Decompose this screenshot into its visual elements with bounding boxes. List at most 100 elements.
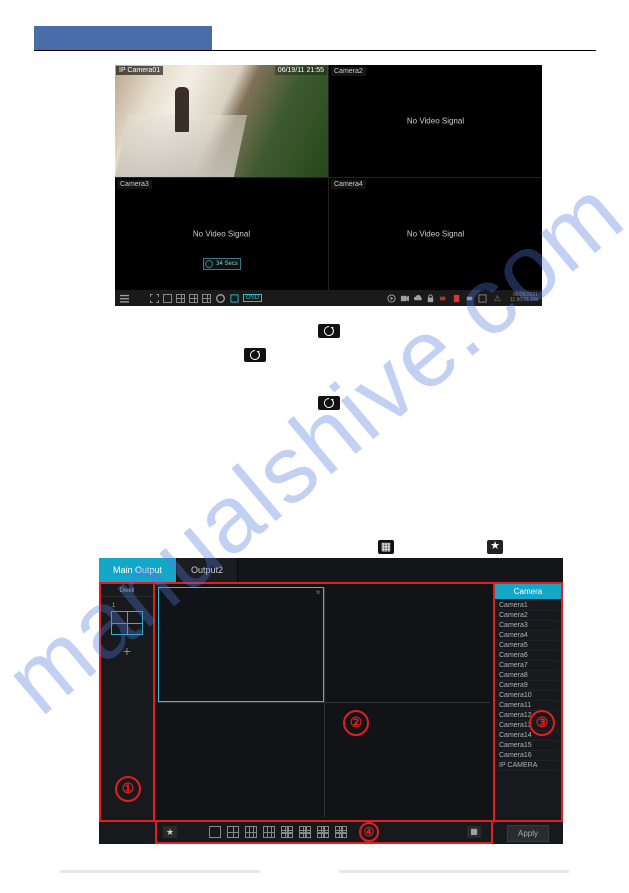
osd-dwell-label: 34 Secs xyxy=(216,261,238,267)
warning-icon[interactable]: ⚠ xyxy=(491,293,504,304)
live-view-screenshot: IP Camera01 06/19/11 21:55 Camera2 No Vi… xyxy=(115,65,542,306)
mode-6-icon[interactable] xyxy=(245,826,257,838)
camera1-timestamp: 06/19/11 21:55 xyxy=(275,66,327,75)
camera-list-item[interactable]: Camera15 xyxy=(497,741,559,751)
mode-25-icon[interactable] xyxy=(335,826,347,838)
scheme-thumbnail-1[interactable]: 1 xyxy=(111,611,143,635)
toolbar-datetime: 06/06/2021 11:50:01 PM xyxy=(510,293,538,304)
toolbar-status-group xyxy=(386,293,487,303)
dwell-toggle-icon[interactable] xyxy=(215,293,225,303)
lock-icon[interactable] xyxy=(425,293,435,303)
calendar-icon-inline: ▦ xyxy=(378,540,394,554)
osd-toggle-button[interactable]: OSD xyxy=(243,294,262,302)
active-mode-icon[interactable] xyxy=(229,293,239,303)
camera-list-item[interactable]: Camera2 xyxy=(497,611,559,621)
mode-1-icon[interactable] xyxy=(209,826,221,838)
footer-rule-right xyxy=(339,870,569,873)
camera1-overlay-label: IP Camera01 xyxy=(116,66,163,75)
dwell-icon-inline-2 xyxy=(244,348,266,362)
menu-icon[interactable] xyxy=(119,293,129,303)
camera3-label: Camera3 xyxy=(117,180,152,189)
camera4-label: Camera4 xyxy=(331,180,366,189)
camera-list-item[interactable]: Camera8 xyxy=(497,671,559,681)
mode-9-icon[interactable] xyxy=(281,826,293,838)
camera-list-item[interactable]: Camera11 xyxy=(497,701,559,711)
scheme-bottom-row: ★ ④ ▦ Apply xyxy=(99,822,563,844)
camera-list-item[interactable]: Camera10 xyxy=(497,691,559,701)
camera-cell-4[interactable]: Camera4 No Video Signal xyxy=(329,178,542,290)
mode-16-icon[interactable] xyxy=(317,826,329,838)
playback-icon[interactable] xyxy=(386,293,396,303)
scheme-layout-grid: × xyxy=(158,587,490,817)
favorite-button[interactable]: ★ xyxy=(163,826,177,838)
fullscreen-icon[interactable] xyxy=(149,293,159,303)
single-view-icon[interactable] xyxy=(163,294,172,303)
camera2-no-signal: No Video Signal xyxy=(407,117,464,126)
scheme-center-panel: × ② xyxy=(155,582,493,822)
header-divider xyxy=(34,50,596,51)
camera-list-item[interactable]: Camera3 xyxy=(497,621,559,631)
apply-button[interactable]: Apply xyxy=(507,825,549,842)
cloud-icon[interactable] xyxy=(412,293,422,303)
scheme-number-1: 1 xyxy=(112,603,115,609)
header-colored-band xyxy=(34,26,212,50)
dwell-ring-icon xyxy=(205,260,213,268)
dwell-icon-inline-1 xyxy=(318,324,340,338)
layout-cell-1[interactable]: × xyxy=(158,587,324,702)
osd-dwell-button[interactable]: 34 Secs xyxy=(203,258,241,270)
annotation-4: ④ xyxy=(359,822,379,842)
cell-close-icon[interactable]: × xyxy=(316,588,321,597)
live-view-toolbar: OSD ⚠ 06/06/2021 11:50:01 PM xyxy=(115,290,542,306)
camera-list-item[interactable]: Camera5 xyxy=(497,641,559,651)
quad-view-icon[interactable] xyxy=(176,294,185,303)
info-icon[interactable] xyxy=(477,293,487,303)
mode-13-icon[interactable] xyxy=(299,826,311,838)
camera-cell-3[interactable]: Camera3 No Video Signal 34 Secs xyxy=(115,178,328,290)
add-scheme-button[interactable]: + xyxy=(111,639,143,663)
camera-list-item[interactable]: Camera16 xyxy=(497,751,559,761)
scheme-left-panel: Dwell 1 + ① xyxy=(99,582,155,822)
layout-cell-2[interactable] xyxy=(325,587,491,702)
camera-list-item[interactable]: Camera6 xyxy=(497,651,559,661)
mode-4-icon[interactable] xyxy=(227,826,239,838)
all-cameras-button[interactable]: ▦ xyxy=(467,826,481,838)
camera-list[interactable]: Camera1 Camera2 Camera3 Camera4 Camera5 … xyxy=(495,599,561,820)
footer-rule-left xyxy=(60,870,260,873)
camera-list-item[interactable]: Camera1 xyxy=(497,601,559,611)
camera3-no-signal: No Video Signal xyxy=(193,230,250,239)
camera-list-item[interactable]: IP CAMERA xyxy=(497,761,559,771)
disk-status-icon[interactable] xyxy=(451,293,461,303)
camera-list-item[interactable]: Camera4 xyxy=(497,631,559,641)
camera2-label: Camera2 xyxy=(331,67,366,76)
multi-view-icon-2[interactable] xyxy=(202,294,211,303)
layout-cell-3[interactable] xyxy=(158,703,324,818)
multi-view-icon[interactable] xyxy=(189,294,198,303)
scheme-settings-screenshot: Main Output Output2 Dwell 1 + ① × ② C xyxy=(99,558,563,844)
quad-camera-grid: IP Camera01 06/19/11 21:55 Camera2 No Vi… xyxy=(115,65,542,290)
net-status-icon[interactable] xyxy=(464,293,474,303)
tab-main-output[interactable]: Main Output xyxy=(99,558,177,582)
mode-8-icon[interactable] xyxy=(263,826,275,838)
camera-list-item[interactable]: Camera9 xyxy=(497,681,559,691)
tab-output2[interactable]: Output2 xyxy=(177,558,238,582)
camera1-person-figure xyxy=(175,87,189,132)
annotation-2: ② xyxy=(343,710,369,736)
body-paragraphs: ▦ ★ xyxy=(135,316,515,560)
camera-list-item[interactable]: Camera7 xyxy=(497,661,559,671)
dwell-panel-label: Dwell xyxy=(101,586,153,597)
mode-toolbar: ★ ④ ▦ xyxy=(155,822,493,844)
camera-list-header: Camera xyxy=(495,584,561,599)
scheme-main-row: Dwell 1 + ① × ② Camera Camera1 Came xyxy=(99,582,563,822)
output-tabs: Main Output Output2 xyxy=(99,558,563,582)
camera-cell-1[interactable]: IP Camera01 06/19/11 21:55 xyxy=(115,65,328,177)
camera4-no-signal: No Video Signal xyxy=(407,230,464,239)
annotation-3: ③ xyxy=(529,710,555,736)
toolbar-time: 11:50:01 PM xyxy=(510,298,538,304)
camera-status-icon[interactable] xyxy=(438,293,448,303)
record-icon[interactable] xyxy=(399,293,409,303)
star-icon-inline: ★ xyxy=(487,540,503,554)
camera-cell-2[interactable]: Camera2 No Video Signal xyxy=(329,65,542,177)
apply-area: Apply xyxy=(493,825,563,842)
camera-list-panel: Camera Camera1 Camera2 Camera3 Camera4 C… xyxy=(493,582,563,822)
annotation-1: ① xyxy=(115,776,141,802)
